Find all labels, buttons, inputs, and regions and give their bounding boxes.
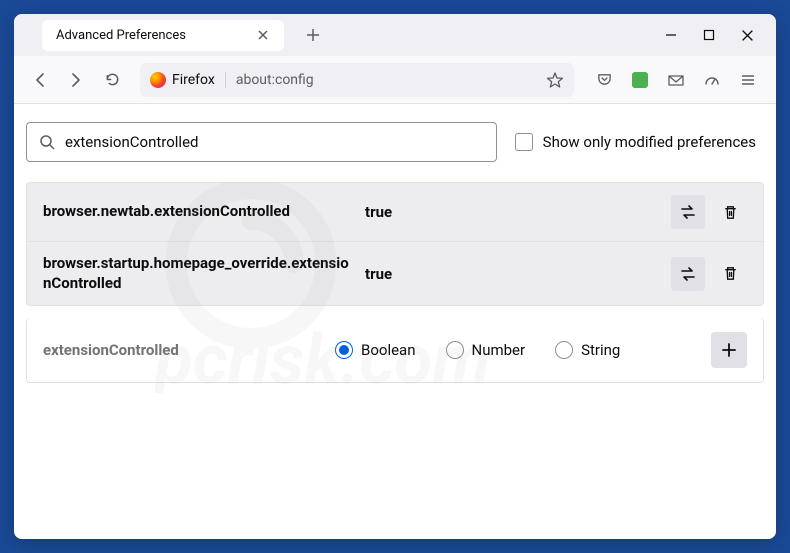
search-box[interactable]: [26, 122, 497, 162]
toggle-button[interactable]: [671, 257, 705, 291]
pref-actions: [671, 257, 747, 291]
pref-actions: [671, 195, 747, 229]
url-bar[interactable]: Firefox about:config: [140, 63, 574, 97]
pref-name: browser.startup.homepage_override.extens…: [43, 254, 353, 293]
radio-string[interactable]: String: [555, 341, 620, 359]
mail-icon[interactable]: [662, 66, 690, 94]
minimize-button[interactable]: [662, 26, 680, 44]
add-pref-button[interactable]: [711, 332, 747, 368]
radio-label: String: [581, 341, 620, 359]
delete-button[interactable]: [713, 195, 747, 229]
tab-title: Advanced Preferences: [56, 28, 186, 43]
reload-button[interactable]: [96, 64, 128, 96]
browser-tab[interactable]: Advanced Preferences: [42, 20, 284, 51]
pref-value: true: [365, 203, 659, 221]
radio-boolean[interactable]: Boolean: [335, 341, 416, 359]
pref-row[interactable]: browser.startup.homepage_override.extens…: [27, 242, 763, 305]
radio-label: Boolean: [361, 341, 416, 359]
forward-button[interactable]: [60, 64, 92, 96]
toolbar-icons: [586, 66, 766, 94]
search-row: Show only modified preferences: [26, 122, 764, 162]
identity-label: Firefox: [172, 72, 215, 88]
pref-name: browser.newtab.extensionControlled: [43, 202, 353, 222]
pref-row[interactable]: browser.newtab.extensionControlled true: [27, 183, 763, 242]
tab-strip: Advanced Preferences: [14, 20, 642, 51]
maximize-button[interactable]: [700, 26, 718, 44]
delete-button[interactable]: [713, 257, 747, 291]
firefox-logo-icon: [150, 72, 166, 88]
bookmark-star-icon[interactable]: [546, 71, 564, 89]
new-tab-button[interactable]: [298, 20, 328, 50]
close-tab-icon[interactable]: [256, 28, 270, 42]
prefs-table: browser.newtab.extensionControlled true …: [26, 182, 764, 306]
type-radio-group: Boolean Number String: [335, 341, 699, 359]
radio-icon: [555, 341, 573, 359]
url-text: about:config: [236, 72, 536, 88]
pocket-icon[interactable]: [590, 66, 618, 94]
search-icon: [39, 134, 55, 150]
show-modified-checkbox[interactable]: Show only modified preferences: [515, 133, 764, 151]
url-identity[interactable]: Firefox: [150, 72, 226, 88]
checkbox-label: Show only modified preferences: [543, 133, 756, 151]
close-window-button[interactable]: [738, 26, 756, 44]
titlebar: Advanced Preferences: [14, 14, 776, 56]
menu-button[interactable]: [734, 66, 762, 94]
search-input[interactable]: [65, 133, 484, 151]
pref-value: true: [365, 265, 659, 283]
nav-toolbar: Firefox about:config: [14, 56, 776, 104]
dashboard-icon[interactable]: [698, 66, 726, 94]
browser-window: Advanced Preferences: [14, 14, 776, 539]
radio-number[interactable]: Number: [446, 341, 526, 359]
add-pref-row: extensionControlled Boolean Number Strin…: [26, 318, 764, 383]
about-config-content: Show only modified preferences browser.n…: [14, 104, 776, 539]
add-pref-name: extensionControlled: [43, 341, 323, 359]
window-controls: [642, 26, 776, 44]
extension-icon[interactable]: [626, 66, 654, 94]
toggle-button[interactable]: [671, 195, 705, 229]
back-button[interactable]: [24, 64, 56, 96]
checkbox-icon: [515, 133, 533, 151]
radio-icon: [446, 341, 464, 359]
radio-label: Number: [472, 341, 526, 359]
radio-icon: [335, 341, 353, 359]
